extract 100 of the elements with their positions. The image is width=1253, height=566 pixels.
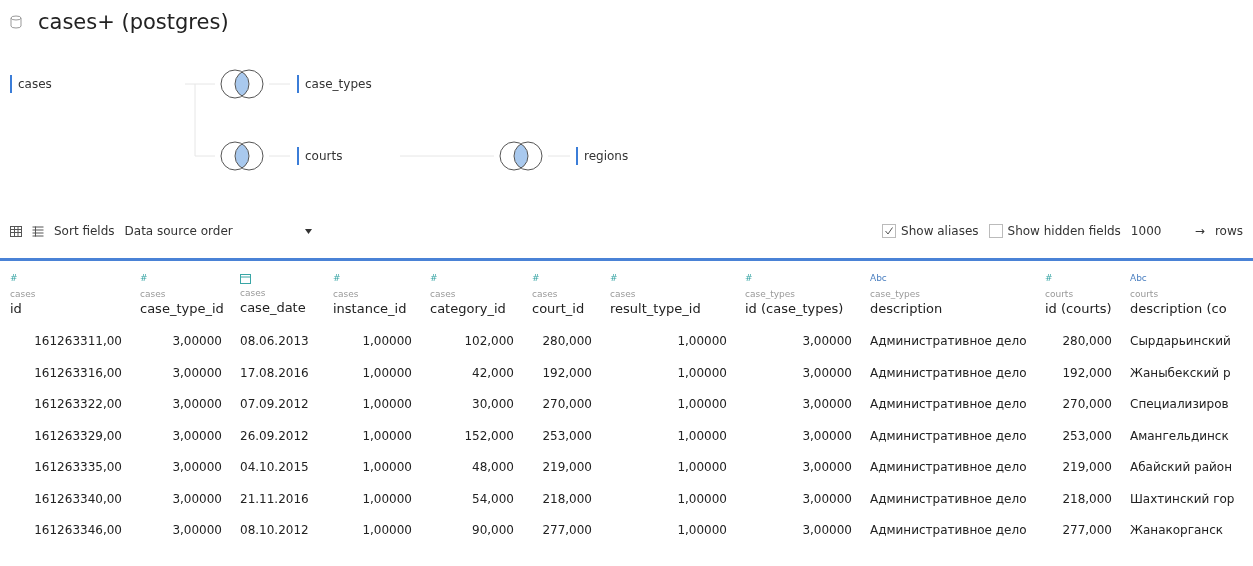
table-cell-text: 3,00000 [171, 396, 223, 413]
table-cell-text: 280,000 [541, 333, 593, 350]
rows-field[interactable]: 1000 [1130, 224, 1185, 238]
table-cell-text: 3,00000 [801, 364, 853, 382]
number-type-label: # [140, 273, 149, 285]
table-cell-text: Административное дело [869, 522, 1028, 539]
table-cell-text: 1,00000 [676, 396, 728, 413]
checkbox[interactable]: Show hidden fields [988, 224, 1121, 238]
table-cell-text: 3,00000 [801, 522, 853, 539]
caret-icon[interactable] [304, 228, 312, 234]
table-cell-text: 1,00000 [361, 459, 413, 476]
table-name[interactable]: cases [10, 75, 52, 93]
table-cell-text: 253,000 [1061, 427, 1113, 445]
table-cell-text: Административное дело [869, 490, 1028, 508]
table-cell-text: 218,000 [541, 490, 593, 508]
rows-label: rows [1214, 224, 1243, 238]
column-header[interactable]: id [10, 301, 126, 316]
table-cell-text: 161263329,00 [33, 427, 123, 445]
table-cell-text: 280,000 [1061, 333, 1113, 350]
table-cell-text: 102,000 [463, 333, 515, 350]
string-type-label: Abc [870, 273, 888, 285]
column-header[interactable]: category_id [430, 301, 518, 316]
table-cell-text: 1,00000 [676, 364, 728, 382]
source-table-label: cases [333, 289, 360, 299]
table-cell-text: 3,00000 [801, 490, 853, 508]
table-cell-text: Административное дело [869, 427, 1028, 445]
column-header[interactable]: description (co [1130, 301, 1249, 316]
table-cell-text: 161263322,00 [33, 396, 123, 413]
table-cell-text: 54,000 [471, 490, 515, 508]
table-cell-text: 3,00000 [801, 396, 853, 413]
table-cell-text: 192,000 [541, 364, 593, 382]
table-cell-text: Административное дело [869, 364, 1028, 382]
sort-dropdown[interactable]: Data source order [124, 224, 295, 238]
source-table-label: cases [610, 289, 637, 299]
table-cell-text: Административное дело [869, 396, 1028, 413]
table-cell-text: 1,00000 [361, 427, 413, 445]
table-cell-text: 07.09.2012 [239, 396, 310, 413]
table-cell-text: 219,000 [1061, 459, 1113, 476]
table-name[interactable]: case_types [297, 75, 372, 93]
table-cell-text: 42,000 [471, 364, 515, 382]
table-cell-text: 3,00000 [171, 490, 223, 508]
table-cell-text: 04.10.2015 [239, 459, 310, 476]
table-cell-text: 08.10.2012 [239, 522, 310, 539]
table-cell-text: 1,00000 [676, 459, 728, 476]
table-cell-text: 277,000 [1061, 522, 1113, 539]
source-table-label: cases [430, 289, 457, 299]
table-cell-text: 161263340,00 [33, 490, 123, 508]
table-cell-text: 30,000 [471, 396, 515, 413]
source-table-label: courts [1045, 289, 1075, 299]
column-header[interactable]: case_type_id [140, 301, 226, 316]
datasource-title: cases+ (postgres) [38, 10, 229, 34]
table-cell-text: 48,000 [471, 459, 515, 476]
table-cell-text: 3,00000 [171, 427, 223, 445]
list-view-icon[interactable] [32, 225, 44, 237]
table-cell-text: Административное дело [869, 333, 1028, 350]
number-type-label: # [1045, 273, 1054, 285]
table-cell-text: 08.06.2013 [239, 333, 310, 350]
table-cell-text: 1,00000 [361, 396, 413, 413]
table-cell-text: 161263335,00 [33, 459, 123, 476]
table-cell-text: Абайский район [1129, 459, 1233, 476]
grid-view-icon[interactable] [10, 225, 22, 237]
table-cell-text: Шахтинский гор [1129, 490, 1236, 508]
source-table-label: cases [10, 289, 37, 299]
table-name[interactable]: courts [297, 147, 343, 165]
table-cell-text: Сырдарьинский [1129, 333, 1232, 350]
table-cell-text: 1,00000 [361, 490, 413, 508]
table-cell-text: Специализиров [1129, 396, 1230, 413]
table-cell-text: 1,00000 [361, 333, 413, 350]
database-icon [10, 15, 22, 29]
number-type-label: # [430, 273, 439, 285]
table-cell-text: 277,000 [541, 522, 593, 539]
table-cell-text: 17.08.2016 [239, 364, 310, 382]
source-table-label: case_types [745, 289, 796, 299]
table-cell-text: 1,00000 [676, 490, 728, 508]
table-name[interactable]: regions [576, 147, 629, 165]
column-header[interactable]: court_id [532, 301, 596, 316]
table-cell-text: 1,00000 [361, 364, 413, 382]
number-type-label: # [333, 273, 342, 285]
column-header[interactable]: case_date [240, 300, 319, 315]
string-type-label: Abc [1130, 273, 1148, 285]
table-cell-text: 152,000 [463, 427, 515, 445]
column-header[interactable]: id (courts) [1045, 301, 1116, 316]
table-cell-text: 1,00000 [676, 522, 728, 539]
number-type-label: # [745, 273, 754, 285]
table-cell-text: 3,00000 [801, 427, 853, 445]
checkbox[interactable]: Show aliases [882, 224, 979, 238]
table-cell-text: 1,00000 [676, 427, 728, 445]
table-cell-text: 90,000 [471, 522, 515, 539]
table-cell-text: Жанакорганск [1129, 522, 1225, 539]
table-cell-text: 192,000 [1061, 364, 1113, 382]
table-cell-text: 3,00000 [801, 333, 853, 350]
table-cell-text: Жаныбекский р [1129, 364, 1232, 382]
table-cell-text: 218,000 [1061, 490, 1113, 508]
column-header[interactable]: id (case_types) [745, 301, 856, 316]
column-header[interactable]: description [870, 301, 1031, 316]
table-cell-text: 161263311,00 [33, 333, 123, 350]
column-header[interactable]: result_type_id [610, 301, 731, 316]
sort-fields-label: Sort fields [54, 224, 115, 238]
table-cell-text: 161263316,00 [33, 364, 123, 382]
column-header[interactable]: instance_id [333, 301, 416, 316]
